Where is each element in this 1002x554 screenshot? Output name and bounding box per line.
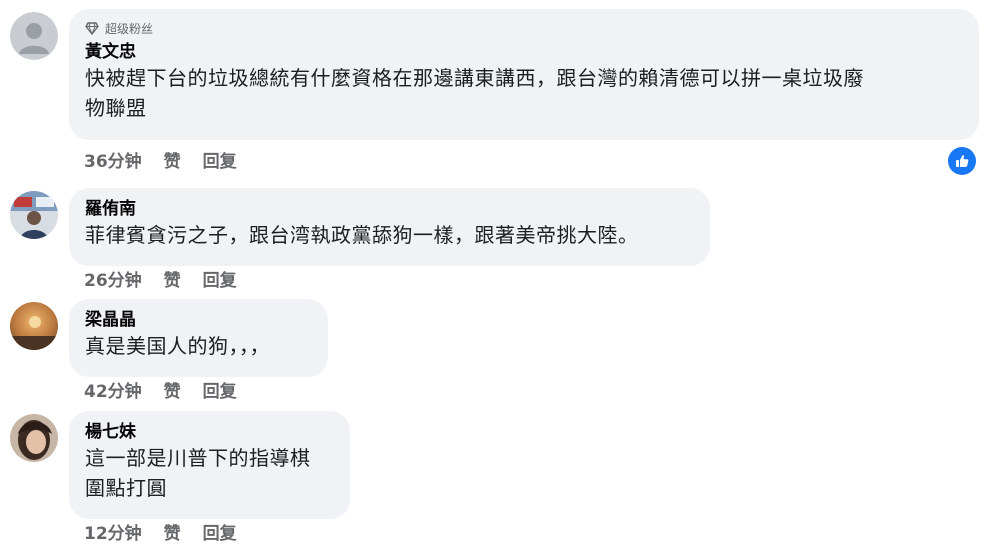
- like-button[interactable]: 赞: [164, 151, 181, 173]
- avatar[interactable]: [10, 191, 58, 239]
- badge-label: 超级粉丝: [105, 21, 154, 36]
- comment-bubble: 梁晶晶 真是美国人的狗，，，: [69, 299, 328, 377]
- comment-text-line: 快被趕下台的垃圾總統有什麼資格在那邊講東講西，跟台灣的賴清德可以拼一桌垃圾廢: [85, 66, 864, 90]
- like-button[interactable]: 赞: [164, 270, 181, 292]
- timestamp[interactable]: 42分钟: [84, 381, 142, 403]
- like-button[interactable]: 赞: [164, 523, 181, 545]
- comment-text-line: 物聯盟: [85, 96, 147, 120]
- comment-bubble: 楊七妹 這一部是川普下的指導棋 圍點打圓: [69, 411, 350, 519]
- comment-actions: 26分钟 赞 回复: [84, 270, 237, 292]
- comment-text: 這一部是川普下的指導棋 圍點打圓: [85, 443, 334, 503]
- thumbs-up-icon[interactable]: [948, 147, 976, 175]
- author-name[interactable]: 梁晶晶: [85, 309, 312, 331]
- comment-text-line: 圍點打圓: [85, 476, 167, 500]
- avatar[interactable]: [10, 414, 58, 462]
- avatar[interactable]: [10, 12, 58, 60]
- comment-bubble: 羅侑南 菲律賓貪污之子，跟台湾執政黨舔狗一樣，跟著美帝挑大陸。: [69, 188, 710, 266]
- comment-actions: 42分钟 赞 回复: [84, 381, 237, 403]
- timestamp[interactable]: 12分钟: [84, 523, 142, 545]
- avatar[interactable]: [10, 302, 58, 350]
- author-name[interactable]: 羅侑南: [85, 198, 694, 220]
- reply-button[interactable]: 回复: [203, 270, 237, 292]
- timestamp[interactable]: 36分钟: [84, 151, 142, 173]
- comment-text-line: 這一部是川普下的指導棋: [85, 446, 311, 470]
- author-name[interactable]: 黃文忠: [85, 41, 963, 63]
- top-fan-badge: 超级粉丝: [85, 19, 963, 37]
- comment-bubble: 超级粉丝 黃文忠 快被趕下台的垃圾總統有什麼資格在那邊講東講西，跟台灣的賴清德可…: [69, 9, 979, 140]
- reply-button[interactable]: 回复: [203, 381, 237, 403]
- comment-actions: 12分钟 赞 回复: [84, 523, 237, 545]
- diamond-icon: [85, 21, 99, 35]
- reply-button[interactable]: 回复: [203, 151, 237, 173]
- like-button[interactable]: 赞: [164, 381, 181, 403]
- comment-text: 快被趕下台的垃圾總統有什麼資格在那邊講東講西，跟台灣的賴清德可以拼一桌垃圾廢 物…: [85, 63, 963, 123]
- comment-actions: 36分钟 赞 回复: [84, 151, 237, 173]
- comment-text: 菲律賓貪污之子，跟台湾執政黨舔狗一樣，跟著美帝挑大陸。: [85, 220, 694, 250]
- timestamp[interactable]: 26分钟: [84, 270, 142, 292]
- reply-button[interactable]: 回复: [203, 523, 237, 545]
- author-name[interactable]: 楊七妹: [85, 421, 334, 443]
- comment-text-line: 真是美国人的狗，，，: [85, 334, 270, 358]
- comment-text: 真是美国人的狗，，，: [85, 331, 312, 361]
- comment-text-line: 菲律賓貪污之子，跟台湾執政黨舔狗一樣，跟著美帝挑大陸。: [85, 223, 639, 247]
